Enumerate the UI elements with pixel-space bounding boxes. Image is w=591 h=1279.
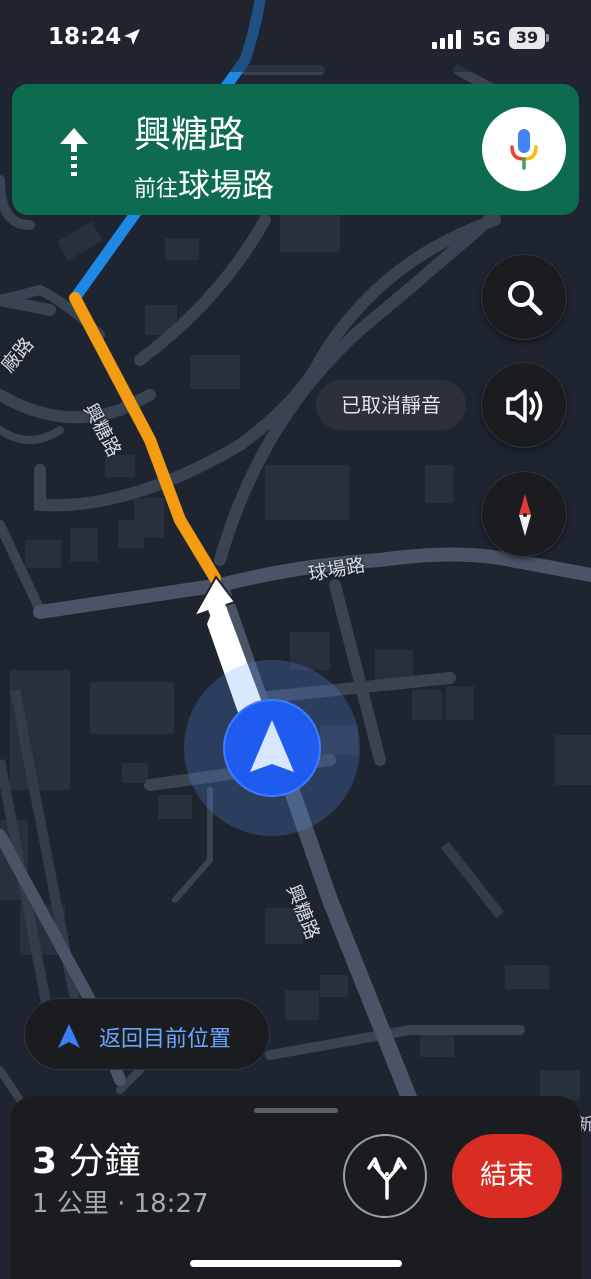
location-arrow-icon [124, 29, 140, 45]
search-button[interactable] [481, 254, 567, 340]
compass-icon [519, 494, 531, 536]
home-indicator[interactable] [190, 1260, 402, 1267]
network-type: 5G [472, 28, 501, 50]
microphone-icon [510, 129, 538, 170]
alternate-routes-button[interactable] [343, 1134, 427, 1218]
eta-duration: 3 分鐘 [32, 1132, 141, 1184]
eta-duration-unit: 分鐘 [68, 1141, 141, 1182]
search-icon [508, 281, 543, 316]
straight-arrow-icon [60, 128, 88, 176]
compass-button[interactable] [481, 471, 567, 557]
eta-duration-value: 3 [32, 1141, 58, 1182]
battery-level: 39 [515, 28, 539, 47]
recenter-button[interactable]: 返回目前位置 [24, 998, 270, 1070]
sheet-drag-handle[interactable] [254, 1108, 338, 1113]
destination-street: 前往球場路 [134, 160, 274, 206]
eta-distance-arrival: 1 公里 · 18:27 [32, 1189, 209, 1219]
battery-icon: 39 [509, 27, 549, 51]
status-time: 18:24 [48, 24, 122, 50]
navigation-arrow-icon [58, 1024, 80, 1048]
route-fork-icon [367, 1157, 407, 1200]
signal-bars-icon [432, 30, 461, 49]
current-street-name: 興糖路 [134, 113, 245, 156]
sound-toggle-button[interactable] [481, 362, 567, 448]
voice-search-button[interactable] [482, 107, 566, 191]
toward-street-name: 球場路 [178, 166, 275, 204]
unmute-status-label: 已取消靜音 [316, 380, 466, 430]
trip-summary-sheet[interactable]: 3 分鐘 1 公里 · 18:27 結束 [10, 1096, 581, 1279]
navigation-instruction-banner[interactable]: 興糖路 前往球場路 [12, 84, 579, 215]
end-navigation-button[interactable]: 結束 [452, 1134, 562, 1218]
speaker-icon [506, 389, 543, 423]
status-bar: 18:24 5G 39 [0, 0, 591, 72]
recenter-label: 返回目前位置 [99, 1027, 232, 1052]
toward-prefix: 前往 [134, 177, 179, 202]
